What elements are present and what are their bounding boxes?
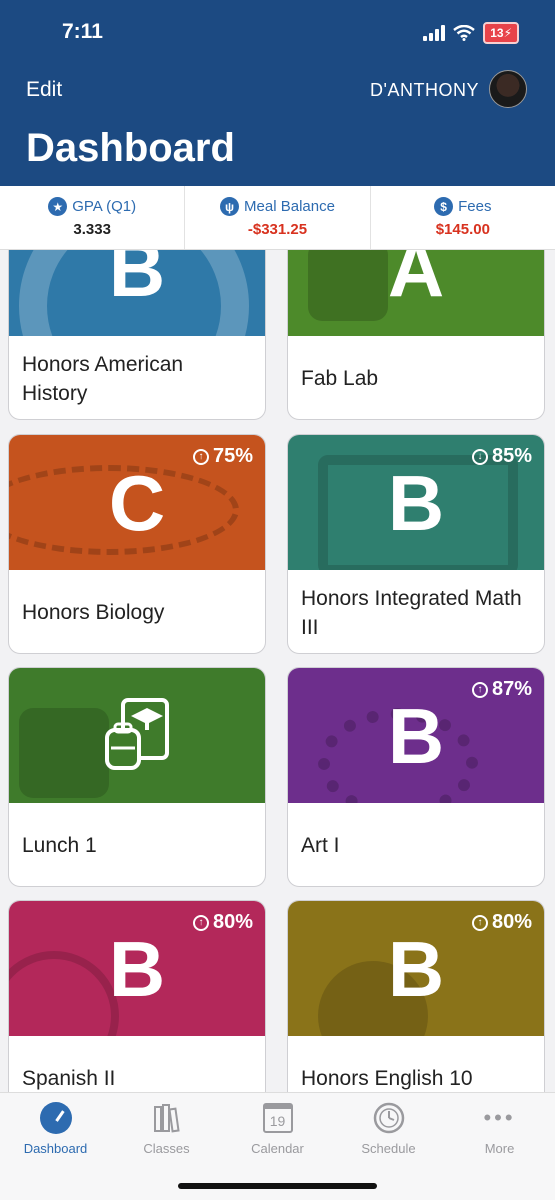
status-time: 7:11 (62, 20, 103, 43)
course-card[interactable]: ↑ 80% B Honors English 10 (287, 900, 545, 1092)
course-banner: ↑ 80% B (288, 901, 544, 1036)
battery-icon: 13⚡ (483, 22, 519, 44)
course-name: Honors American History (22, 352, 184, 405)
gpa-label: GPA (Q1) (72, 198, 137, 215)
course-card[interactable]: ↑ 75% C Honors Biology (8, 434, 266, 654)
course-card[interactable]: A Fab Lab (287, 250, 545, 420)
course-name: Fab Lab (301, 367, 379, 390)
course-card[interactable]: ↑ 80% B Spanish II (8, 900, 266, 1092)
tab-label: Dashboard (23, 1141, 88, 1156)
star-icon: ★ (48, 197, 68, 216)
course-grade: B (108, 924, 166, 1013)
course-card[interactable]: Lunch 1 (8, 667, 266, 887)
status-icons: 13⚡ (423, 22, 519, 44)
course-name: Honors Biology (22, 601, 165, 624)
course-banner: A (288, 250, 544, 336)
course-grade: B (387, 924, 445, 1013)
course-grade: B (108, 250, 166, 313)
course-banner: ↑ 75% C (9, 435, 265, 570)
course-banner: B (9, 250, 265, 336)
trend-up-icon: ↑ (192, 914, 209, 931)
course-name: Honors English 10 (301, 1067, 473, 1090)
trend-up-icon: ↑ (192, 448, 209, 465)
page-title: Dashboard (26, 126, 235, 170)
utensils-icon: ψ (220, 197, 240, 216)
tab-more[interactable]: ••• More (444, 1093, 555, 1200)
course-card[interactable]: ↑ 87% B Art I (287, 667, 545, 887)
trend-up-icon: ↑ (471, 914, 488, 931)
calendar-icon: 19 (262, 1103, 293, 1133)
course-banner: ↓ 85% B (288, 435, 544, 570)
backpack-book-icon (105, 698, 169, 770)
meal-balance-summary[interactable]: ψ Meal Balance -$331.25 (185, 186, 371, 249)
wifi-icon (453, 25, 475, 41)
tab-label: More (484, 1141, 515, 1156)
gpa-value: 3.333 (73, 221, 111, 238)
course-name: Honors Integrated Math III (301, 586, 522, 639)
meal-balance-value: -$331.25 (247, 221, 308, 238)
meal-balance-label: Meal Balance (244, 198, 335, 215)
fees-summary[interactable]: $ Fees $145.00 (371, 186, 555, 249)
fees-value: $145.00 (435, 221, 490, 238)
home-indicator[interactable] (178, 1183, 377, 1189)
course-banner (9, 668, 265, 803)
fees-label: Fees (458, 198, 492, 215)
header: 7:11 13⚡ Edit D'ANTHONY Dashboard (0, 0, 555, 186)
clock-icon (373, 1102, 404, 1134)
tab-label: Classes (143, 1141, 190, 1156)
course-grade: C (108, 458, 166, 547)
course-banner: ↑ 80% B (9, 901, 265, 1036)
tab-label: Calendar (251, 1141, 304, 1156)
course-grade: B (387, 691, 445, 780)
course-name: Spanish II (22, 1067, 116, 1090)
course-grid: B Honors American History A Fab Lab ↑ 75%… (0, 250, 555, 1092)
cellular-signal-icon (423, 25, 446, 41)
tab-label: Schedule (361, 1141, 416, 1156)
speedometer-icon (39, 1102, 72, 1134)
course-card[interactable]: B Honors American History (8, 250, 266, 420)
course-name: Lunch 1 (22, 834, 97, 857)
summary-bar: ★ GPA (Q1) 3.333 ψ Meal Balance -$331.25 $… (0, 186, 555, 250)
user-name[interactable]: D'ANTHONY (370, 80, 479, 101)
more-dots-icon: ••• (483, 1105, 516, 1130)
trend-up-icon: ↑ (471, 681, 488, 698)
course-grade: B (387, 458, 445, 547)
books-icon (153, 1104, 180, 1133)
course-grade: A (387, 250, 445, 313)
calendar-day: 19 (269, 1113, 286, 1129)
tab-dashboard[interactable]: Dashboard (0, 1093, 111, 1200)
course-card[interactable]: ↓ 85% B Honors Integrated Math III (287, 434, 545, 654)
course-name: Art I (301, 834, 340, 857)
edit-button[interactable]: Edit (26, 78, 62, 102)
course-banner: ↑ 87% B (288, 668, 544, 803)
trend-down-icon: ↓ (471, 448, 488, 465)
gpa-summary[interactable]: ★ GPA (Q1) 3.333 (0, 186, 186, 249)
battery-level: 13 (490, 26, 504, 40)
avatar[interactable] (489, 70, 527, 108)
dollar-icon: $ (434, 197, 454, 216)
